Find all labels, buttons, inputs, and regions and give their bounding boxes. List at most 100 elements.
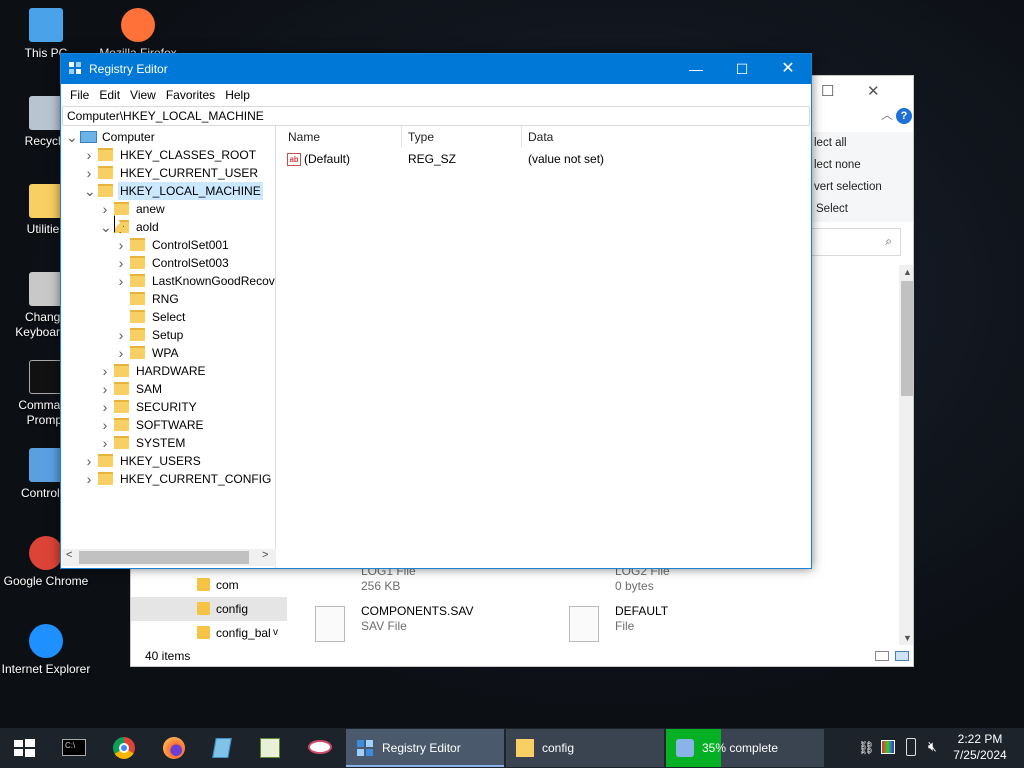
tree-node-hkey-current-config[interactable]: › HKEY_CURRENT_CONFIG	[62, 470, 275, 488]
spreadsheet-icon[interactable]	[256, 734, 284, 762]
tree-node-hkey-users[interactable]: › HKEY_USERS	[62, 452, 275, 470]
collapse-icon[interactable]: ⌄	[84, 182, 96, 200]
collapse-icon[interactable]: ⌄	[100, 218, 112, 236]
taskbar-button-registry-editor[interactable]: Registry Editor	[346, 729, 504, 767]
tree-node-hkey-local-machine[interactable]: ⌄ HKEY_LOCAL_MACHINE	[62, 182, 275, 200]
minimize-button[interactable]: —	[673, 54, 719, 84]
expand-icon[interactable]: ›	[100, 380, 110, 398]
paint-icon[interactable]	[306, 734, 334, 762]
tree-node-rng[interactable]: RNG	[62, 290, 275, 308]
tree-node-label: anew	[136, 202, 165, 216]
expand-icon[interactable]: ›	[84, 452, 94, 470]
invert-selection-button[interactable]: vert selection	[810, 176, 913, 198]
tree-node-label: aold	[136, 220, 159, 234]
expand-icon[interactable]: ›	[100, 200, 110, 218]
tree-node-anew[interactable]: › anew	[62, 200, 275, 218]
scrollbar-thumb[interactable]	[901, 281, 913, 396]
registry-editor-window[interactable]: Registry Editor — ☐ ✕ File Edit View Favori…	[60, 53, 812, 569]
expand-icon[interactable]: ›	[100, 434, 110, 452]
cmd-icon[interactable]: C:\	[60, 734, 88, 762]
tree-node-setup[interactable]: › Setup	[62, 326, 275, 344]
expand-icon[interactable]: ›	[84, 146, 94, 164]
close-button[interactable]: ✕	[765, 54, 811, 84]
tree-node-hkey-classes-root[interactable]: › HKEY_CLASSES_ROOT	[62, 146, 275, 164]
desktop-icon[interactable]: Internet Explorer	[0, 624, 92, 677]
tree-node-software[interactable]: › SOFTWARE	[62, 416, 275, 434]
menu-file[interactable]: File	[65, 84, 94, 106]
scrollbar-thumb[interactable]	[79, 551, 249, 564]
display-icon[interactable]	[881, 740, 895, 754]
file-item[interactable]: LOG1 File 256 KB	[315, 564, 535, 604]
expand-icon[interactable]: ›	[100, 362, 110, 380]
volume-muted-icon[interactable]: 🔇︎	[928, 738, 937, 755]
maximize-button[interactable]: ☐	[719, 54, 765, 84]
tree-node-controlset003[interactable]: › ControlSet003	[62, 254, 275, 272]
usb-icon[interactable]	[906, 738, 916, 756]
help-icon[interactable]: ?	[896, 108, 912, 124]
select-all-button[interactable]: lect all	[810, 132, 913, 154]
nav-item-com[interactable]: com	[131, 573, 287, 597]
nav-item-config[interactable]: config	[131, 597, 287, 621]
taskbar-button-config[interactable]: config	[506, 729, 664, 767]
expand-icon[interactable]: ›	[116, 254, 126, 272]
expand-icon[interactable]: ›	[116, 326, 126, 344]
column-header-name[interactable]: Name	[288, 130, 320, 144]
close-icon[interactable]: ✕	[867, 82, 880, 100]
vertical-scrollbar[interactable]: ▲ ▼	[899, 265, 913, 645]
expand-icon[interactable]: ›	[100, 416, 110, 434]
column-header-type[interactable]: Type	[408, 130, 434, 144]
tree-node-hardware[interactable]: › HARDWARE	[62, 362, 275, 380]
menu-view[interactable]: View	[125, 84, 161, 106]
tree-node-computer[interactable]: ⌄ Computer	[62, 128, 275, 146]
folder-icon	[197, 602, 210, 615]
file-item[interactable]: LOG2 File 0 bytes	[569, 564, 789, 604]
clock[interactable]: 2:22 PM 7/25/2024	[946, 731, 1014, 763]
tree-node-hkey-current-user[interactable]: › HKEY_CURRENT_USER	[62, 164, 275, 182]
tree-horizontal-scrollbar[interactable]: < >	[62, 549, 276, 566]
chevron-up-icon[interactable]: ︿	[881, 106, 893, 123]
address-bar[interactable]: Computer\HKEY_LOCAL_MACHINE	[62, 106, 810, 126]
scroll-left-icon[interactable]: <	[66, 549, 72, 561]
start-icon[interactable]	[10, 734, 38, 762]
details-view-icon[interactable]	[875, 651, 889, 661]
network-icon[interactable]: ⛓	[858, 740, 875, 756]
menu-edit[interactable]: Edit	[94, 84, 125, 106]
maximize-icon[interactable]: ☐	[821, 82, 834, 100]
tree-node-system[interactable]: › SYSTEM	[62, 434, 275, 452]
tree-node-controlset001[interactable]: › ControlSet001	[62, 236, 275, 254]
large-icons-view-icon[interactable]	[895, 651, 909, 661]
menu-help[interactable]: Help	[220, 84, 255, 106]
tree-node-security[interactable]: › SECURITY	[62, 398, 275, 416]
tree-node-aold[interactable]: ⌄ aold	[62, 218, 275, 236]
nav-item-config-bal[interactable]: config_bal v	[131, 621, 287, 645]
chrome-icon[interactable]	[110, 734, 138, 762]
title-bar[interactable]: Registry Editor — ☐ ✕	[61, 54, 811, 84]
tree-node-lastknowngoodrecove[interactable]: › LastKnownGoodRecove	[62, 272, 275, 290]
notepad-icon[interactable]	[208, 734, 236, 762]
nav-item-label: com	[216, 578, 239, 592]
expand-icon[interactable]: ›	[100, 398, 110, 416]
search-input[interactable]: ⌕	[811, 228, 901, 256]
expand-icon[interactable]: ›	[116, 272, 126, 290]
column-header-data[interactable]: Data	[528, 130, 553, 144]
taskbar: C:\ Registry Editor config 35% complete …	[0, 728, 1024, 768]
scroll-right-icon[interactable]: >	[262, 549, 268, 561]
desktop-icon-label: Google Chrome	[3, 574, 89, 588]
value-name[interactable]: (Default)	[304, 152, 350, 166]
menu-favorites[interactable]: Favorites	[161, 84, 220, 106]
select-none-button[interactable]: lect none	[810, 154, 913, 176]
folder-icon	[130, 292, 145, 305]
expand-icon[interactable]: ›	[84, 164, 94, 182]
tree-node-select[interactable]: Select	[62, 308, 275, 326]
expand-icon[interactable]: ›	[84, 470, 94, 488]
tree-node-wpa[interactable]: › WPA	[62, 344, 275, 362]
expand-icon[interactable]: ›	[116, 344, 126, 362]
tree-node-sam[interactable]: › SAM	[62, 380, 275, 398]
tree-node-label: SAM	[136, 382, 163, 396]
file-item[interactable]: DEFAULT File	[569, 604, 789, 644]
collapse-icon[interactable]: ⌄	[66, 128, 78, 146]
taskbar-button-copy-progress[interactable]: 35% complete	[666, 729, 824, 767]
expand-icon[interactable]: ›	[116, 236, 126, 254]
firefox-icon[interactable]	[160, 734, 188, 762]
file-item[interactable]: COMPONENTS.SAV SAV File	[315, 604, 535, 644]
